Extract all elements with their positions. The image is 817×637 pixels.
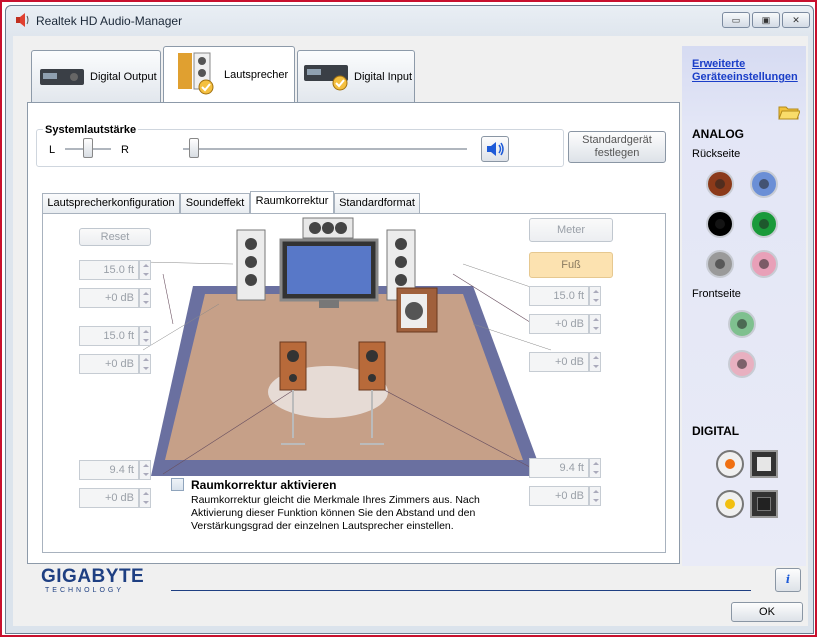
tab-label: Digital Output (90, 71, 157, 83)
speaker-panel: Systemlautstärke L R Standardgerät festl… (27, 102, 680, 564)
receiver-icon (40, 67, 84, 90)
info-button[interactable]: i (775, 568, 801, 592)
sub-tab-strip: Lautsprecherkonfiguration Soundeffekt Ra… (42, 191, 666, 213)
spin-buttons[interactable] (139, 460, 151, 480)
front-left-speaker-icon (236, 229, 266, 301)
receiver-input-icon (304, 63, 350, 96)
tab-label: Digital Input (354, 71, 413, 83)
subtab-speaker-config[interactable]: Lautsprecherkonfiguration (42, 193, 180, 213)
spin-buttons[interactable] (139, 488, 151, 508)
folder-icon[interactable] (778, 102, 801, 123)
tab-digital-input[interactable]: Digital Input (297, 50, 415, 102)
digital-heading: DIGITAL (692, 424, 740, 438)
link-line: Erweiterte (692, 58, 746, 70)
link-line: Geräteeinstellungen (692, 71, 798, 83)
brand-subtitle: TECHNOLOGY (45, 587, 125, 594)
speaker-volume-icon (487, 142, 504, 156)
reset-button[interactable]: Reset (79, 228, 151, 246)
spin-buttons[interactable] (589, 486, 601, 506)
rear-label: Rückseite (692, 148, 741, 160)
audio-jack[interactable] (706, 170, 734, 198)
gain-field[interactable]: +0 dB (529, 486, 589, 506)
spin-buttons[interactable] (589, 314, 601, 334)
tv-screen-icon (279, 238, 379, 308)
gain-field[interactable]: +0 dB (529, 314, 589, 334)
spin-buttons[interactable] (139, 260, 151, 280)
speaker-app-icon (14, 12, 30, 28)
spin-buttons[interactable] (139, 288, 151, 308)
ok-button[interactable]: OK (731, 602, 803, 622)
distance-field[interactable]: 15.0 ft (79, 260, 139, 280)
spin-buttons[interactable] (139, 354, 151, 374)
volume-group: Systemlautstärke L R (36, 124, 564, 167)
center-speaker-icon (302, 217, 354, 239)
distance-field[interactable]: 15.0 ft (529, 286, 589, 306)
audio-jack[interactable] (750, 250, 778, 278)
client-area: Digital Output Lautsprecher Digital Inpu… (13, 36, 808, 626)
room-correction-checkbox-label: Raumkorrektur aktivieren (191, 478, 337, 492)
volume-group-label: Systemlautstärke (43, 124, 139, 136)
distance-field[interactable]: 9.4 ft (79, 460, 139, 480)
gain-field[interactable]: +0 dB (529, 352, 589, 372)
set-default-device-button[interactable]: Standardgerät festlegen (568, 131, 666, 163)
room-correction-description: Raumkorrektur gleicht die Merkmale Ihres… (191, 494, 480, 532)
subtab-sound-effect[interactable]: Soundeffekt (180, 193, 250, 213)
spdif-coax-out-jack[interactable] (716, 450, 744, 478)
title-bar: Realtek HD Audio-Manager ▭ ▣ ✕ (6, 6, 813, 34)
audio-jack[interactable] (750, 170, 778, 198)
balance-slider[interactable] (83, 138, 93, 158)
optical-in-jack[interactable] (750, 490, 778, 518)
audio-jack[interactable] (750, 210, 778, 238)
brand-logo: GIGABYTE (41, 566, 145, 587)
distance-field[interactable]: 15.0 ft (79, 326, 139, 346)
spin-buttons[interactable] (589, 458, 601, 478)
spin-buttons[interactable] (589, 286, 601, 306)
subtab-default-format[interactable]: Standardformat (334, 193, 420, 213)
analog-heading: ANALOG (692, 127, 744, 141)
close-button[interactable]: ✕ (782, 12, 810, 28)
window-outer: Realtek HD Audio-Manager ▭ ▣ ✕ Digital O… (2, 2, 815, 635)
restore-button[interactable]: ▣ (752, 12, 780, 28)
spin-buttons[interactable] (589, 352, 601, 372)
gain-field[interactable]: +0 dB (79, 488, 139, 508)
speakers-icon (176, 51, 216, 98)
tab-digital-output[interactable]: Digital Output (31, 50, 161, 102)
audio-jack[interactable] (728, 310, 756, 338)
audio-jack[interactable] (706, 210, 734, 238)
footer-divider (171, 590, 751, 591)
advanced-settings-link[interactable]: Erweiterte Geräteeinstellungen (692, 58, 798, 84)
front-label: Frontseite (692, 288, 741, 300)
optical-out-jack[interactable] (750, 450, 778, 478)
volume-track (183, 148, 467, 150)
meter-button[interactable]: Meter (529, 218, 613, 242)
distance-field[interactable]: 9.4 ft (529, 458, 589, 478)
audio-jack[interactable] (728, 350, 756, 378)
subtab-room-correction[interactable]: Raumkorrektur (250, 191, 334, 213)
foot-button[interactable]: Fuß (529, 252, 613, 278)
spin-buttons[interactable] (139, 326, 151, 346)
volume-slider[interactable] (188, 138, 199, 158)
window-title: Realtek HD Audio-Manager (36, 14, 183, 28)
balance-right-label: R (121, 144, 129, 156)
info-icon: i (785, 573, 791, 586)
mute-button[interactable] (481, 136, 509, 162)
app-window: Realtek HD Audio-Manager ▭ ▣ ✕ Digital O… (5, 5, 814, 634)
balance-left-label: L (49, 144, 56, 156)
tab-lautsprecher[interactable]: Lautsprecher (163, 46, 295, 102)
gain-field[interactable]: +0 dB (79, 288, 139, 308)
room-correction-checkbox[interactable] (171, 478, 184, 491)
spdif-coax-in-jack[interactable] (716, 490, 744, 518)
connector-sidebar: Erweiterte Geräteeinstellungen ANALOG Rü… (682, 46, 806, 566)
room-correction-panel: Reset Meter Fuß 15.0 ft +0 dB 15.0 ft +0… (42, 213, 666, 553)
gain-field[interactable]: +0 dB (79, 354, 139, 374)
room-illustration (142, 214, 563, 484)
subwoofer-icon (396, 287, 438, 333)
tab-label: Lautsprecher (224, 69, 289, 81)
minimize-button[interactable]: ▭ (722, 12, 750, 28)
audio-jack[interactable] (706, 250, 734, 278)
